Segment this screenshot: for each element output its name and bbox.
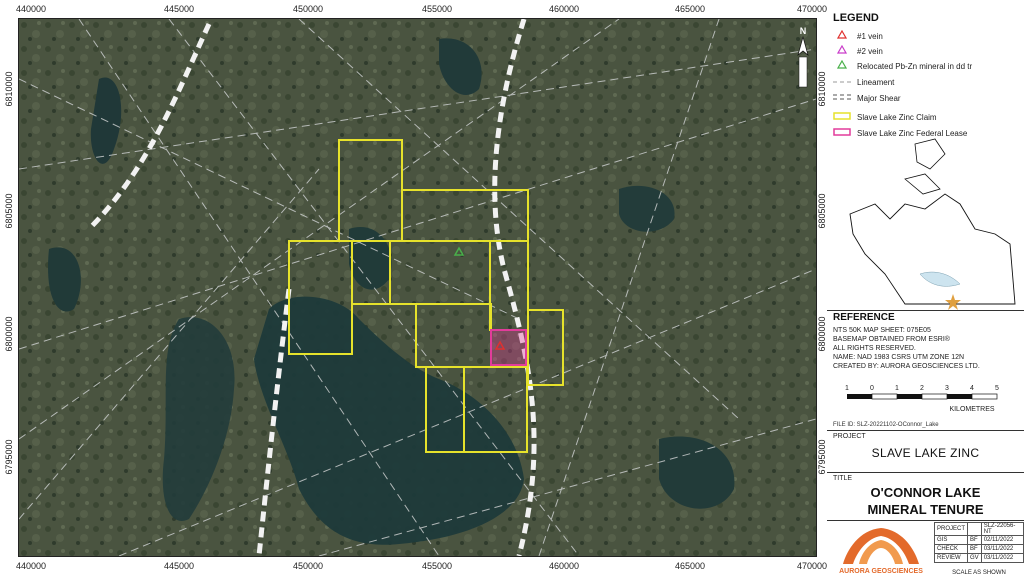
satellite-map: N: [19, 19, 816, 556]
triangle-red-icon: [833, 29, 851, 41]
y-tick-label: 6800000: [4, 316, 14, 352]
scale-tick-label: 5: [995, 385, 999, 392]
x-tick-label: 465000: [674, 4, 706, 14]
info-row: CHECK BF 03/11/2022: [933, 544, 1024, 554]
x-tick-label: 455000: [421, 4, 453, 14]
x-tick-label: 450000: [292, 561, 324, 571]
x-tick-label: 465000: [674, 561, 706, 571]
x-tick-label: 440000: [15, 4, 47, 14]
x-tick-label: 470000: [796, 561, 828, 571]
scale-tick-label: 3: [945, 385, 949, 392]
map-title: O'CONNOR LAKE MINERAL TENURE: [827, 484, 1024, 518]
info-cell: REVIEW: [933, 553, 969, 563]
yellow-box-icon: [833, 112, 851, 122]
info-cell: PROJECT: [933, 522, 969, 536]
legend-item-vein-1: #1 vein: [833, 29, 883, 41]
divider: [827, 430, 1024, 431]
triangle-magenta-icon: [833, 44, 851, 56]
info-row: PROJECT SLZ-22056-NT: [933, 522, 1024, 536]
x-tick-label: 470000: [796, 4, 828, 14]
triangle-green-icon: [833, 59, 851, 71]
scale-tick-label: 1: [845, 385, 849, 392]
aurora-logo-icon: AURORA GEOSCIENCES: [839, 528, 923, 575]
scale-as-shown: SCALE AS SHOWN: [952, 570, 1006, 576]
y-tick-label: 6810000: [817, 71, 827, 107]
x-tick-label: 450000: [292, 4, 324, 14]
reference-line: BASEMAP OBTAINED FROM ESRI®: [833, 336, 950, 343]
map-figure: 440000 440000 445000 445000 450000 450000 4550…: [0, 0, 1024, 576]
info-cell: SLZ-22056-NT: [980, 522, 1024, 536]
info-cell: CHECK: [933, 544, 969, 554]
y-tick-label: 6795000: [817, 439, 827, 475]
scale-tick-label: 1: [895, 385, 899, 392]
title-label: TITLE: [833, 475, 853, 482]
map-panel[interactable]: N: [18, 18, 817, 557]
scale-tick-label: 0: [870, 385, 874, 392]
reference-line: CREATED BY: AURORA GEOSCIENCES LTD.: [833, 363, 980, 370]
info-cell: 03/11/2022: [980, 553, 1024, 563]
y-tick-label: 6810000: [4, 71, 14, 107]
scale-tick-label: 4: [970, 385, 974, 392]
info-cell: 03/11/2022: [980, 544, 1024, 554]
side-panel: LEGEND #1 vein #2 vein Relocated Pb-Zn m…: [827, 8, 1024, 576]
scale-bar: 1 0 1 2 3 4 5 KILOMETRES: [845, 385, 999, 413]
reference-line: NAME: NAD 1983 CSRS UTM ZONE 12N: [833, 354, 965, 361]
project-name: SLAVE LAKE ZINC: [871, 446, 980, 460]
project-label: PROJECT: [833, 433, 866, 440]
x-tick-label: 445000: [163, 561, 195, 571]
info-cell: 02/11/2022: [980, 535, 1024, 545]
legend-title: LEGEND: [833, 12, 879, 24]
aurora-logo: AURORA GEOSCIENCES: [829, 522, 932, 576]
double-dashed-line-icon: [833, 93, 851, 103]
divider: [827, 310, 1024, 311]
info-row: REVIEW GV 03/11/2022: [933, 553, 1024, 563]
map-title-line2: MINERAL TENURE: [867, 502, 984, 517]
info-cell: BF: [967, 544, 982, 554]
legend-item-shear: Major Shear: [833, 93, 901, 103]
north-label: N: [800, 26, 807, 36]
legend-item-relocated: Relocated Pb-Zn mineral in dd tr: [833, 59, 972, 71]
map-title-line1: O'CONNOR LAKE: [870, 485, 981, 500]
info-row: GIS BF 02/11/2022: [933, 535, 1024, 545]
info-cell: [967, 522, 982, 536]
x-tick-label: 460000: [548, 4, 580, 14]
divider: [827, 472, 1024, 473]
y-tick-label: 6795000: [4, 439, 14, 475]
file-id: FILE ID: SLZ-20221102-OConnor_Lake: [833, 422, 939, 428]
x-tick-label: 460000: [548, 561, 580, 571]
legend-item-vein-2: #2 vein: [833, 44, 883, 56]
reference-line: ALL RIGHTS RESERVED.: [833, 345, 916, 352]
info-table: PROJECT SLZ-22056-NT GIS BF 02/11/2022 C…: [933, 522, 1024, 563]
scale-tick-label: 2: [920, 385, 924, 392]
divider: [827, 520, 1024, 521]
logo-text: AURORA GEOSCIENCES: [839, 568, 923, 575]
reference-title: REFERENCE: [833, 312, 895, 323]
scale-unit: KILOMETRES: [949, 406, 994, 413]
dashed-line-icon: [833, 78, 851, 87]
y-tick-label: 6805000: [4, 193, 14, 229]
info-cell: GIS: [933, 535, 969, 545]
x-tick-label: 440000: [15, 561, 47, 571]
info-cell: GV: [967, 553, 982, 563]
info-cell: BF: [967, 535, 982, 545]
legend-item-claim: Slave Lake Zinc Claim: [833, 112, 937, 122]
x-tick-label: 445000: [163, 4, 195, 14]
y-tick-label: 6800000: [817, 316, 827, 352]
x-tick-label: 455000: [421, 561, 453, 571]
y-tick-label: 6805000: [817, 193, 827, 229]
reference-line: NTS 50K MAP SHEET: 075E05: [833, 327, 931, 334]
locator-inset-map: [849, 138, 1016, 310]
legend-item-lineament: Lineament: [833, 78, 894, 87]
